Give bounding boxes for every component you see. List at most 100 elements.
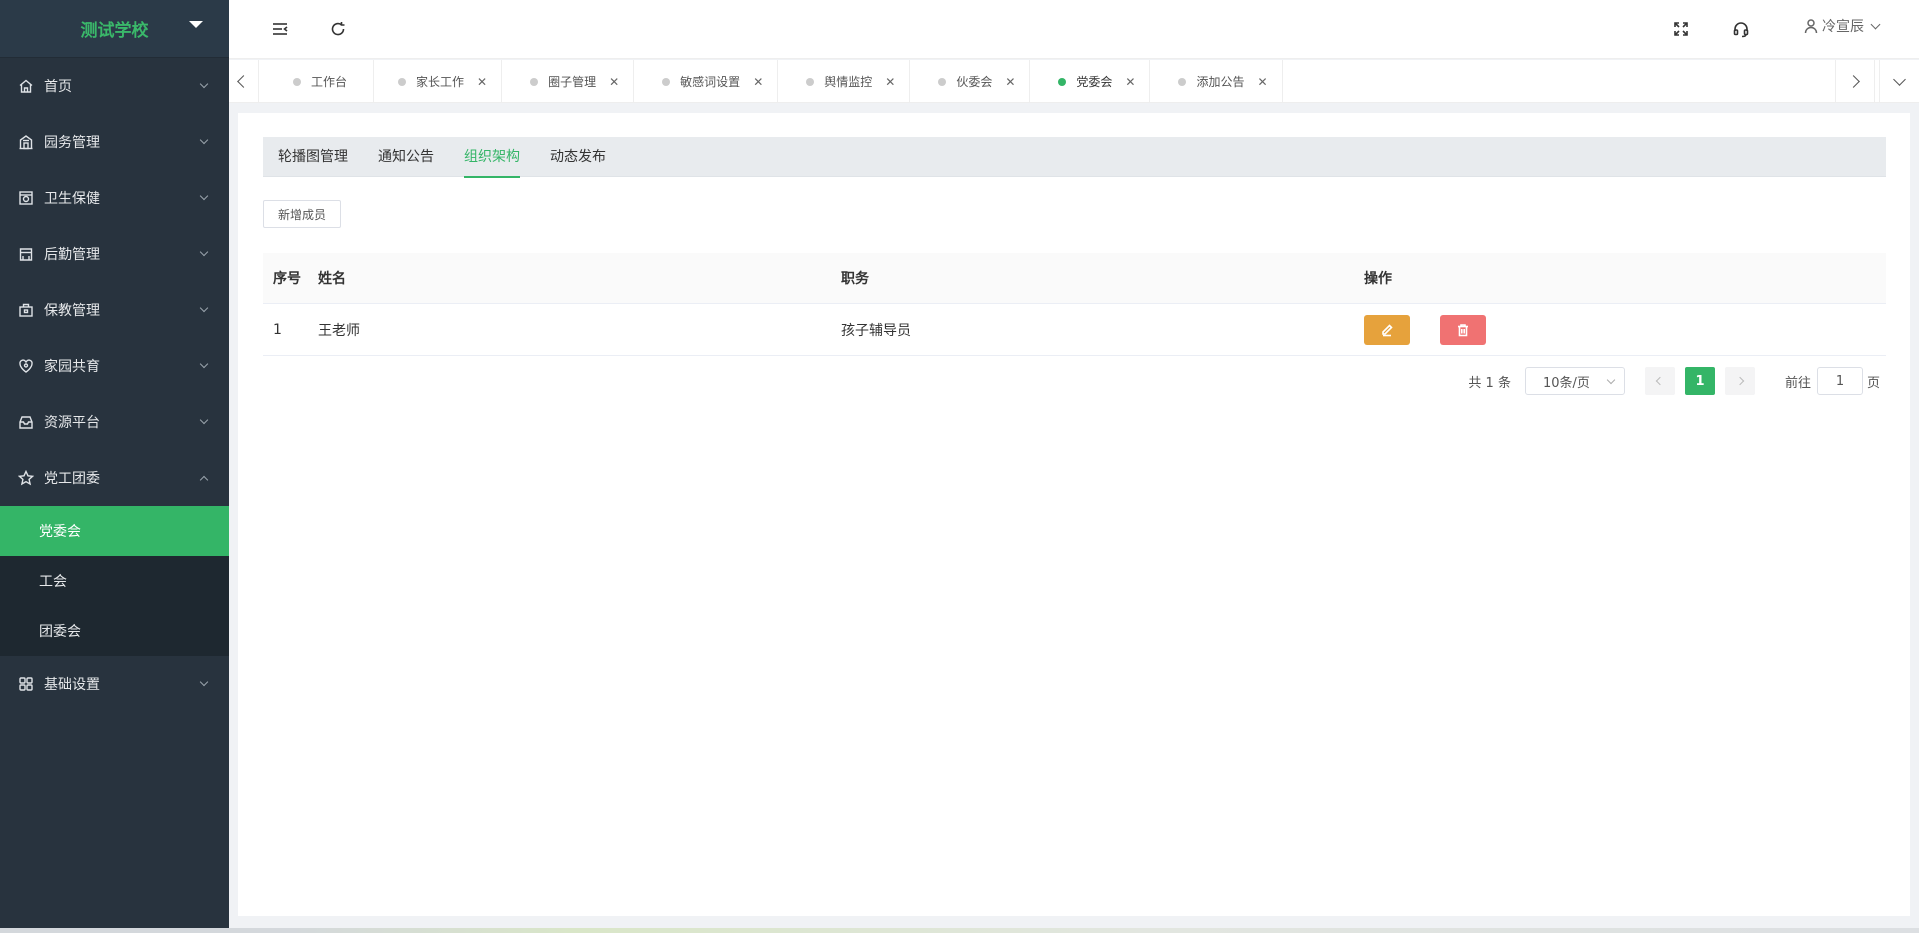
chevron-down-icon <box>1606 375 1616 385</box>
tag-label: 伙委会 <box>956 75 993 89</box>
tags-more-button[interactable] <box>1879 60 1919 103</box>
sidebar-item-label: 卫生保健 <box>44 191 100 207</box>
building-icon <box>18 134 34 150</box>
caret-down-icon[interactable] <box>189 21 203 28</box>
sidebar-item-home[interactable]: 首页 <box>0 58 229 114</box>
tab-carousel[interactable]: 轮播图管理 <box>263 137 363 177</box>
brand-header[interactable]: 测试学校 <box>0 0 229 58</box>
close-icon[interactable]: ✕ <box>477 75 487 89</box>
chevron-down-icon <box>199 247 209 257</box>
chevron-down-icon <box>199 79 209 89</box>
cell-role: 孩子辅导员 <box>841 322 911 339</box>
members-table: 序号 姓名 职务 操作 1 王老师 孩子辅导员 <box>263 253 1886 356</box>
tab-notices[interactable]: 通知公告 <box>363 137 449 177</box>
tag-item[interactable]: 工作台 <box>269 60 375 103</box>
logistics-icon <box>18 246 34 262</box>
close-icon[interactable]: ✕ <box>1125 75 1135 89</box>
sidebar-item-logistics[interactable]: 后勤管理 <box>0 226 229 282</box>
col-name: 姓名 <box>318 271 346 287</box>
tag-dot <box>1178 77 1187 86</box>
sidebar-subitem-youth-league[interactable]: 团委会 <box>0 606 229 656</box>
user-menu[interactable]: 冷宣辰 <box>1803 16 1881 36</box>
sidebar: 测试学校 首页 园务管理 卫生保健 后勤管理 保教管理 家园共育 资源平台 党工… <box>0 0 229 928</box>
close-icon[interactable]: ✕ <box>1258 75 1268 89</box>
sidebar-item-label: 后勤管理 <box>44 247 100 263</box>
sidebar-item-label: 党工团委 <box>44 471 100 487</box>
chevron-down-icon <box>199 677 209 687</box>
collapse-menu-button[interactable] <box>269 18 291 40</box>
page-jump: 前往 页 <box>1785 367 1880 395</box>
tag-item[interactable]: 伙委会 ✕ <box>910 60 1031 103</box>
chevron-down-icon <box>1893 73 1906 86</box>
tab-organization[interactable]: 组织架构 <box>449 137 535 178</box>
chevron-up-icon <box>199 475 209 485</box>
tag-dot <box>293 77 301 86</box>
sidebar-item-resources[interactable]: 资源平台 <box>0 394 229 450</box>
sidebar-item-teaching[interactable]: 保教管理 <box>0 282 229 338</box>
tag-label: 添加公告 <box>1196 75 1245 89</box>
close-icon[interactable]: ✕ <box>1005 75 1015 89</box>
tags-scroll-left-button[interactable] <box>225 60 259 103</box>
tags-list: 工作台 家长工作 ✕ 圈子管理 ✕ 敏感词设置 ✕ 舆情监控 ✕ 伙委会 ✕ 党… <box>269 60 1283 103</box>
tag-item[interactable]: 添加公告 ✕ <box>1150 60 1283 103</box>
close-icon[interactable]: ✕ <box>885 75 895 89</box>
chevron-left-icon <box>1655 376 1665 386</box>
close-icon[interactable]: ✕ <box>609 75 619 89</box>
chevron-down-icon <box>199 359 209 369</box>
pagination: 共 1 条 10条/页 1 前往 页 <box>1468 367 1880 395</box>
sidebar-item-settings[interactable]: 基础设置 <box>0 656 229 712</box>
goto-page-input[interactable] <box>1816 367 1863 395</box>
sidebar-item-health[interactable]: 卫生保健 <box>0 170 229 226</box>
sidebar-item-party[interactable]: 党工团委 <box>0 450 229 506</box>
tag-item[interactable]: 圈子管理 ✕ <box>502 60 635 103</box>
tab-posts[interactable]: 动态发布 <box>535 137 621 177</box>
user-name: 冷宣辰 <box>1822 19 1864 35</box>
col-index: 序号 <box>273 271 301 287</box>
fullscreen-icon <box>1674 22 1688 36</box>
prev-page-button[interactable] <box>1644 367 1675 395</box>
star-icon <box>18 470 34 486</box>
trash-icon <box>1458 323 1468 336</box>
sidebar-subitem-union[interactable]: 工会 <box>0 556 229 606</box>
sidebar-item-label: 首页 <box>44 79 72 95</box>
tag-item[interactable]: 敏感词设置 ✕ <box>634 60 779 103</box>
page-suffix: 页 <box>1866 375 1880 391</box>
page-size-value: 10条/页 <box>1542 375 1590 391</box>
heart-icon <box>18 358 34 374</box>
sidebar-item-coeducation[interactable]: 家园共育 <box>0 338 229 394</box>
tag-item[interactable]: 舆情监控 ✕ <box>778 60 911 103</box>
chevron-down-icon <box>1870 19 1881 29</box>
edit-icon <box>1382 323 1393 336</box>
sidebar-subitem-party-committee[interactable]: 党委会 <box>0 506 229 556</box>
tags-scroll-right-button[interactable] <box>1835 60 1875 103</box>
support-button[interactable] <box>1730 18 1752 40</box>
close-icon[interactable]: ✕ <box>753 75 763 89</box>
tag-dot <box>398 77 407 86</box>
page-size-select[interactable]: 10条/页 <box>1524 367 1625 395</box>
user-icon <box>1804 19 1818 34</box>
chevron-down-icon <box>199 191 209 201</box>
tag-item-active[interactable]: 党委会 ✕ <box>1030 60 1151 103</box>
sidebar-item-label: 资源平台 <box>44 415 100 431</box>
next-page-button[interactable] <box>1724 367 1755 395</box>
table-header: 序号 姓名 职务 操作 <box>263 253 1886 304</box>
chevron-left-icon <box>237 75 250 88</box>
page-number-current[interactable]: 1 <box>1684 367 1715 395</box>
tag-dot <box>938 77 947 86</box>
chevron-down-icon <box>199 303 209 313</box>
sidebar-item-campus[interactable]: 园务管理 <box>0 114 229 170</box>
edit-button[interactable] <box>1364 314 1410 345</box>
fullscreen-button[interactable] <box>1670 18 1692 40</box>
tag-label: 党委会 <box>1076 75 1113 89</box>
content-tabs: 轮播图管理 通知公告 组织架构 动态发布 <box>263 137 1886 178</box>
delete-button[interactable] <box>1440 314 1486 345</box>
refresh-button[interactable] <box>327 18 349 40</box>
sidebar-menu-bottom: 基础设置 <box>0 656 229 712</box>
menu-fold-icon <box>273 23 288 35</box>
col-role: 职务 <box>841 271 869 287</box>
tag-dot <box>806 77 815 86</box>
cell-index: 1 <box>273 321 282 338</box>
tag-item[interactable]: 家长工作 ✕ <box>374 60 503 103</box>
tag-dot <box>662 77 671 86</box>
add-member-button[interactable]: 新增成员 <box>263 200 342 228</box>
